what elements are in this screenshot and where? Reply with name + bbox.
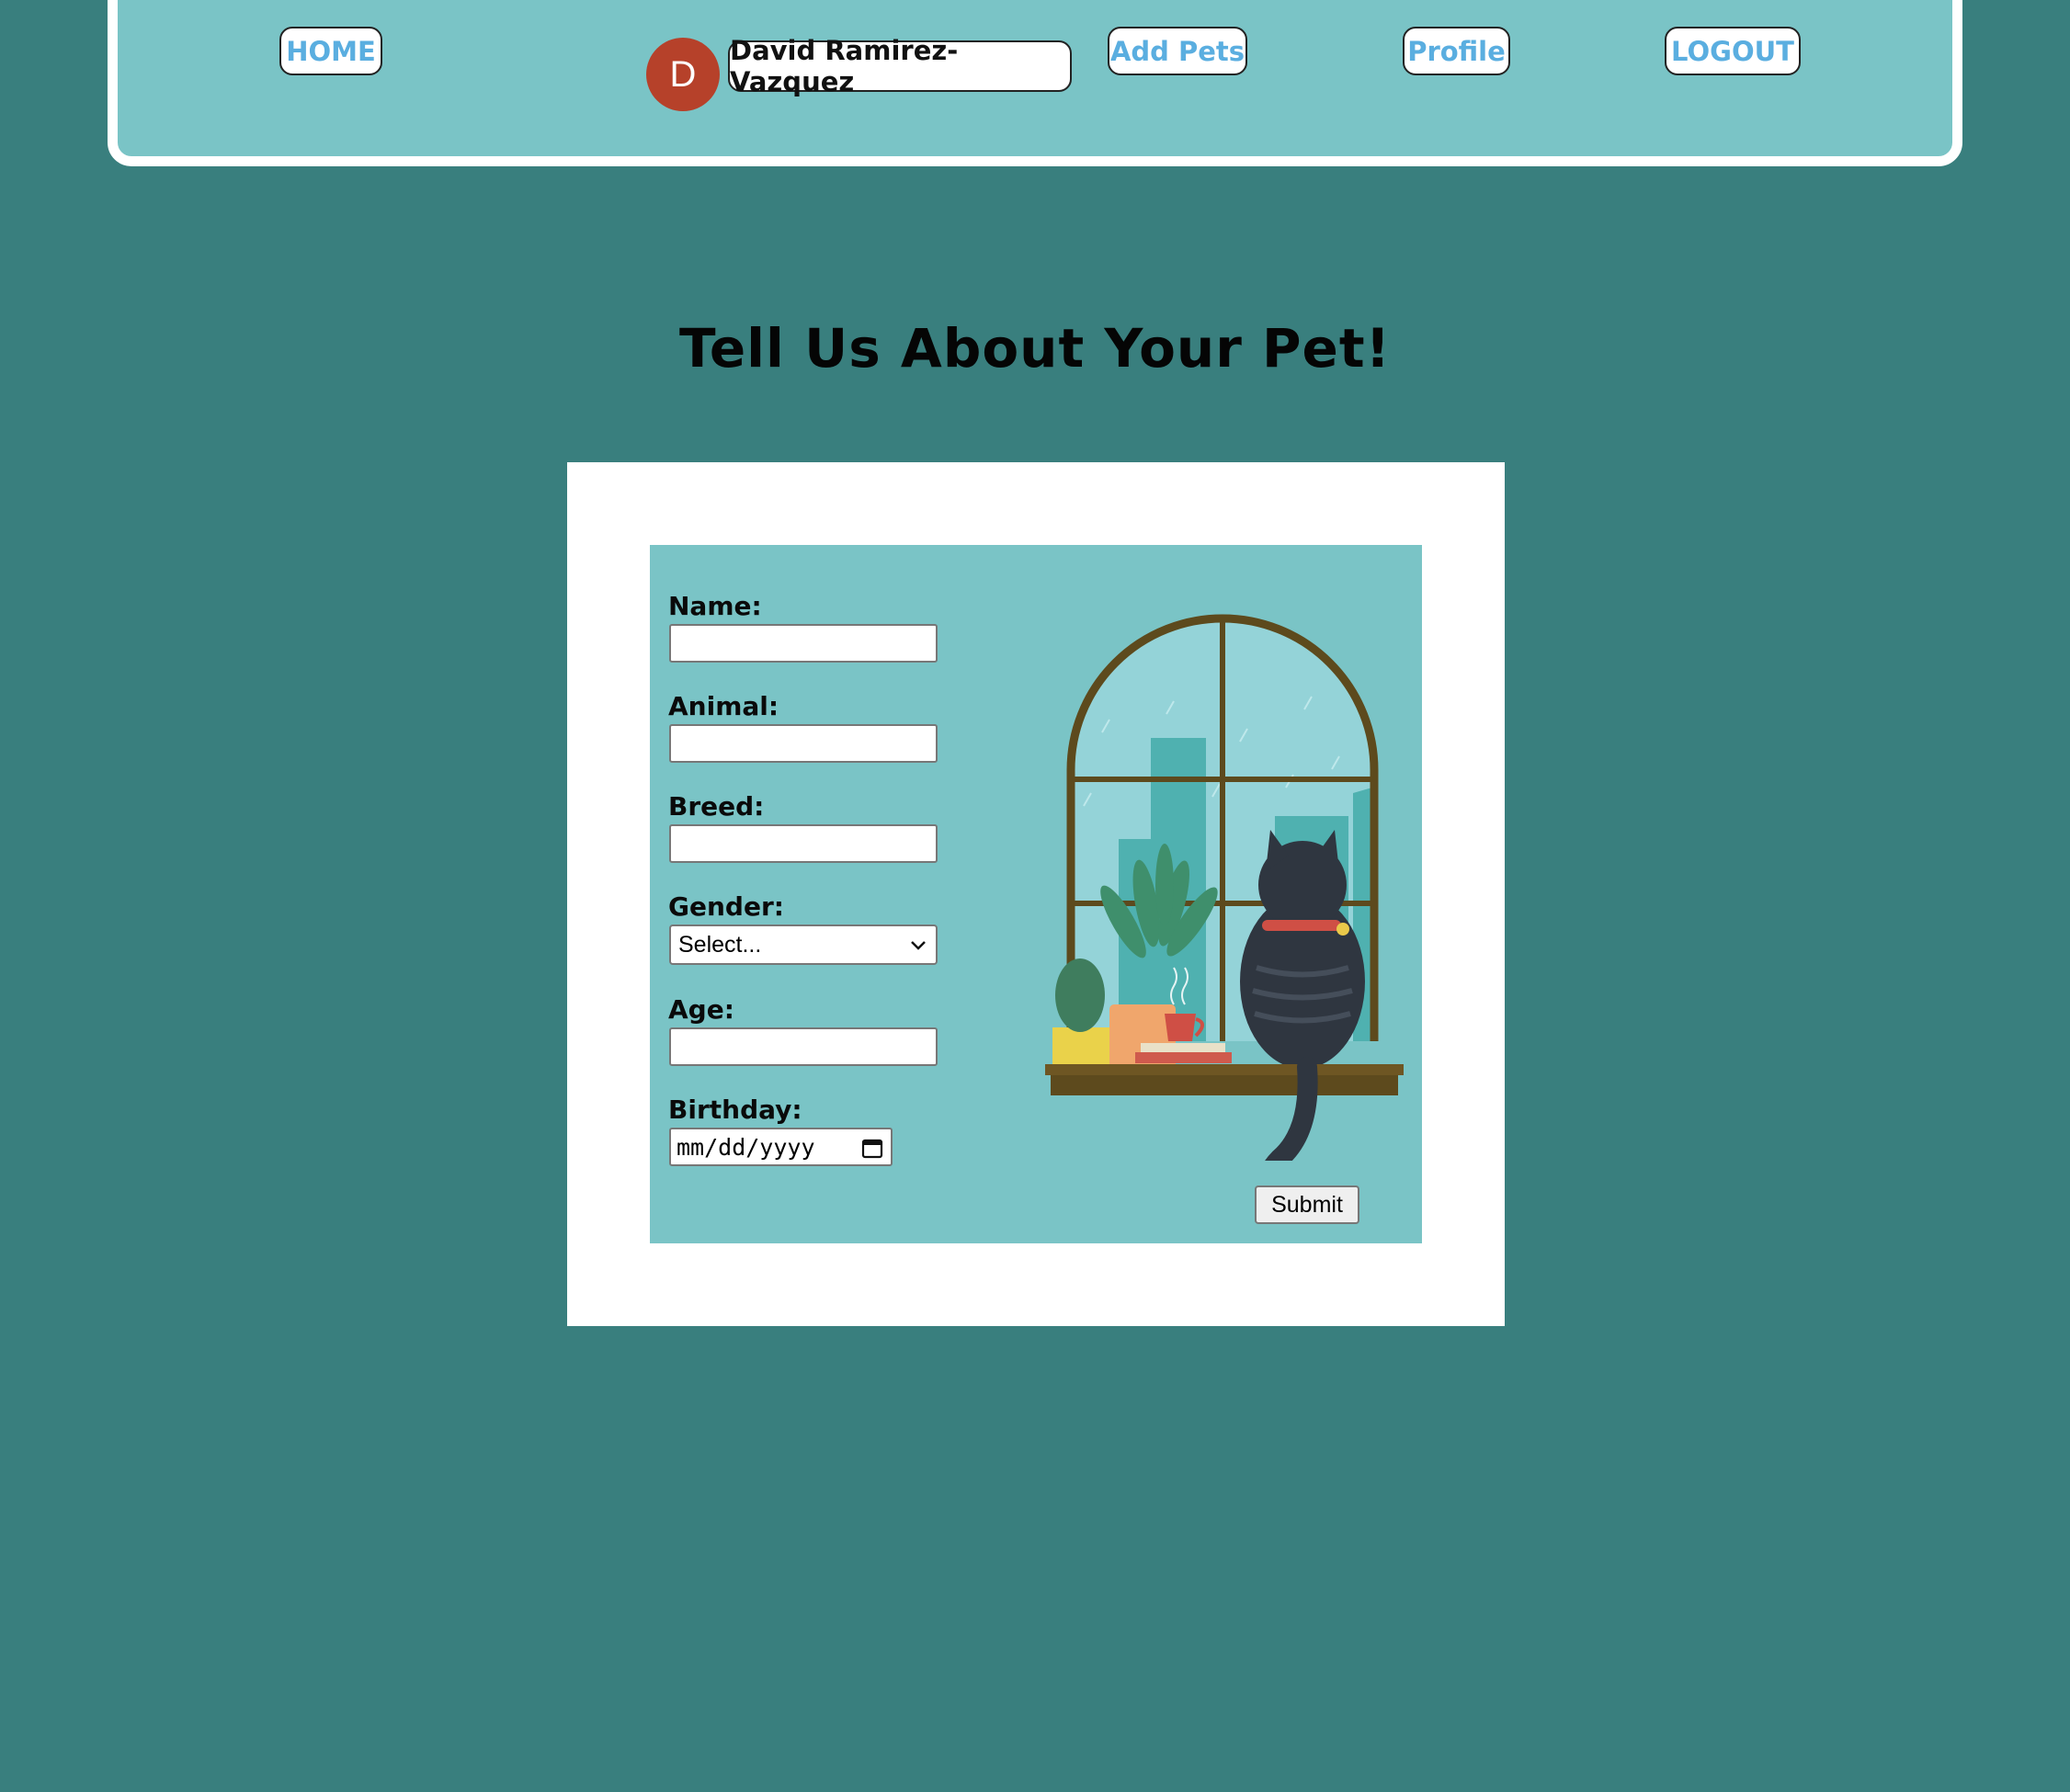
add-pets-link[interactable]: Add Pets: [1108, 27, 1247, 75]
top-navbar: HOME D David Ramirez-Vazquez Add Pets Pr…: [108, 0, 1962, 166]
calendar-icon[interactable]: [861, 1137, 883, 1159]
gender-select[interactable]: Select...: [669, 924, 938, 965]
chevron-down-icon: [911, 941, 926, 950]
name-field[interactable]: [669, 624, 938, 663]
birthday-placeholder: mm/dd/yyyy: [677, 1133, 815, 1161]
animal-field[interactable]: [669, 724, 938, 763]
logout-link[interactable]: LOGOUT: [1665, 27, 1801, 75]
animal-label: Animal:: [668, 691, 779, 721]
avatar: D: [646, 38, 720, 111]
pet-form-panel: Name: Animal: Breed: Gender: Select... A…: [650, 545, 1422, 1243]
profile-link[interactable]: Profile: [1403, 27, 1510, 75]
submit-button[interactable]: Submit: [1255, 1185, 1359, 1224]
username-badge[interactable]: David Ramirez-Vazquez: [728, 35, 1072, 97]
breed-field[interactable]: [669, 824, 938, 863]
age-field[interactable]: [669, 1027, 938, 1066]
name-label: Name:: [668, 591, 762, 621]
form-card: Name: Animal: Breed: Gender: Select... A…: [567, 462, 1505, 1326]
birthday-date-input[interactable]: mm/dd/yyyy: [669, 1128, 893, 1166]
breed-label: Breed:: [668, 791, 765, 822]
birthday-label: Birthday:: [668, 1094, 802, 1125]
gender-label: Gender:: [668, 891, 784, 922]
cat-window-illustration: [1045, 614, 1404, 1161]
home-link[interactable]: HOME: [279, 27, 382, 75]
page-title: Tell Us About Your Pet!: [678, 317, 1392, 380]
age-label: Age:: [668, 994, 734, 1025]
gender-select-value: Select...: [678, 931, 762, 958]
